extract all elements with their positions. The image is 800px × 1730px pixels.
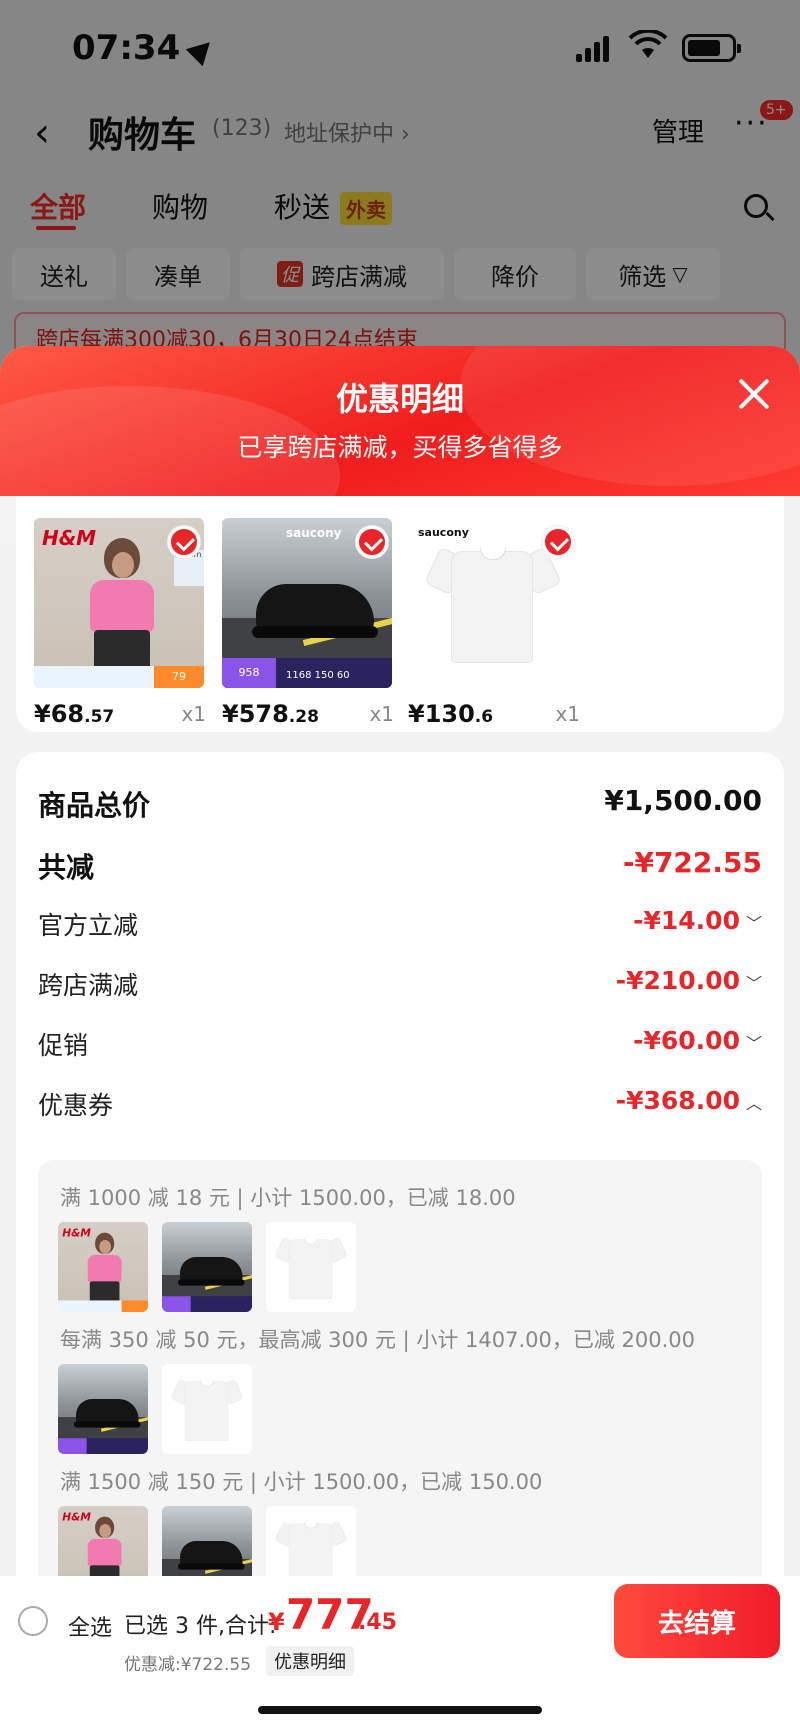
product-qty: x1 — [181, 702, 206, 726]
checked-icon[interactable] — [542, 526, 574, 558]
total-price-row: 商品总价 ¥1,500.00 — [38, 780, 762, 824]
select-all-label[interactable]: 全选 — [68, 1610, 112, 1642]
discount-value: -¥14.00 ﹀ — [633, 906, 762, 935]
price-badge: 79 — [154, 666, 204, 688]
checkout-button[interactable]: 去结算 — [614, 1584, 780, 1658]
discount-label: 跨店满减 — [38, 971, 139, 1000]
discount-value: -¥368.00 ︿ — [615, 1086, 762, 1115]
discount-row-promotion[interactable]: 促销 -¥60.00 ﹀ — [38, 1022, 762, 1066]
product-item[interactable]: saucony ¥130.6 x1 — [408, 518, 580, 728]
discount-detail-sheet: 优惠明细 已享跨店满减，买得多省得多 H&M 170cm 79 ¥68.57 x… — [0, 346, 800, 1730]
select-all-checkbox[interactable] — [18, 1606, 48, 1636]
chevron-down-icon: ﹀ — [745, 974, 762, 993]
discount-value: -¥210.00 ﹀ — [615, 966, 762, 995]
discount-row-coupon[interactable]: 优惠券 -¥368.00 ︿ — [38, 1082, 762, 1126]
discount-detail-button[interactable]: 优惠明细 — [266, 1646, 354, 1676]
chevron-down-icon: ﹀ — [745, 914, 762, 933]
saucony-logo: saucony — [418, 526, 469, 539]
sheet-header: 优惠明细 已享跨店满减，买得多省得多 — [0, 346, 800, 566]
discount-row-cross-store[interactable]: 跨店满减 -¥210.00 ﹀ — [38, 962, 762, 1006]
checked-icon[interactable] — [168, 526, 200, 558]
product-qty: x1 — [555, 702, 580, 726]
total-price-value: ¥1,500.00 — [604, 784, 762, 817]
total-price-label: 商品总价 — [38, 789, 151, 822]
coupon-line: 满 1500 减 150 元 | 小计 1500.00，已减 150.00 — [60, 1470, 543, 1494]
product-price: ¥68.57 — [34, 700, 115, 728]
coupon-line: 每满 350 减 50 元，最高减 300 元 | 小计 1407.00，已减 … — [60, 1328, 696, 1352]
mini-product-image — [58, 1364, 148, 1454]
products-card: H&M 170cm 79 ¥68.57 x1 saucony 1168 150 … — [16, 496, 784, 732]
chevron-up-icon: ︿ — [745, 1094, 762, 1113]
product-item[interactable]: saucony 1168 150 60 958 ¥578.28 x1 — [222, 518, 394, 728]
checkout-bar: 全选 已选 3 件,合计: ¥ 777 .45 优惠减:¥722.55 优惠明细… — [0, 1576, 800, 1730]
mini-product-image — [162, 1364, 252, 1454]
mini-product-image — [266, 1222, 356, 1312]
product-qty: x1 — [369, 702, 394, 726]
sheet-title: 优惠明细 — [335, 380, 464, 418]
price-badge: 958 — [222, 658, 276, 688]
product-price: ¥578.28 — [222, 700, 319, 728]
discount-label: 优惠券 — [38, 1091, 114, 1120]
total-reduction-row: 共减 -¥722.55 — [38, 842, 762, 886]
mini-product-image — [162, 1222, 252, 1312]
coupon-line: 满 1000 减 18 元 | 小计 1500.00，已减 18.00 — [60, 1186, 516, 1210]
saucony-logo: saucony — [286, 526, 342, 540]
selected-count: 已选 3 件,合计: — [124, 1614, 277, 1639]
total-reduction-label: 共减 — [38, 851, 95, 884]
discount-row-official[interactable]: 官方立减 -¥14.00 ﹀ — [38, 902, 762, 946]
home-indicator — [258, 1706, 542, 1714]
sheet-subtitle: 已享跨店满减，买得多省得多 — [237, 433, 563, 462]
product-price: ¥130.6 — [408, 700, 494, 728]
product-item[interactable]: H&M 170cm 79 ¥68.57 x1 — [34, 518, 206, 728]
chevron-down-icon: ﹀ — [745, 1034, 762, 1053]
discount-summary: 优惠减:¥722.55 — [124, 1655, 252, 1675]
discount-label: 官方立减 — [38, 911, 139, 940]
checked-icon[interactable] — [356, 526, 388, 558]
total-reduction-value: -¥722.55 — [622, 846, 762, 879]
discount-label: 促销 — [38, 1031, 89, 1060]
mini-product-image: H&M — [58, 1222, 148, 1312]
discount-value: -¥60.00 ﹀ — [633, 1026, 762, 1055]
close-icon[interactable] — [736, 376, 772, 412]
hm-logo: H&M — [42, 526, 97, 550]
total-amount-decimal: .45 — [358, 1610, 397, 1635]
total-currency: ¥ — [268, 1608, 285, 1636]
